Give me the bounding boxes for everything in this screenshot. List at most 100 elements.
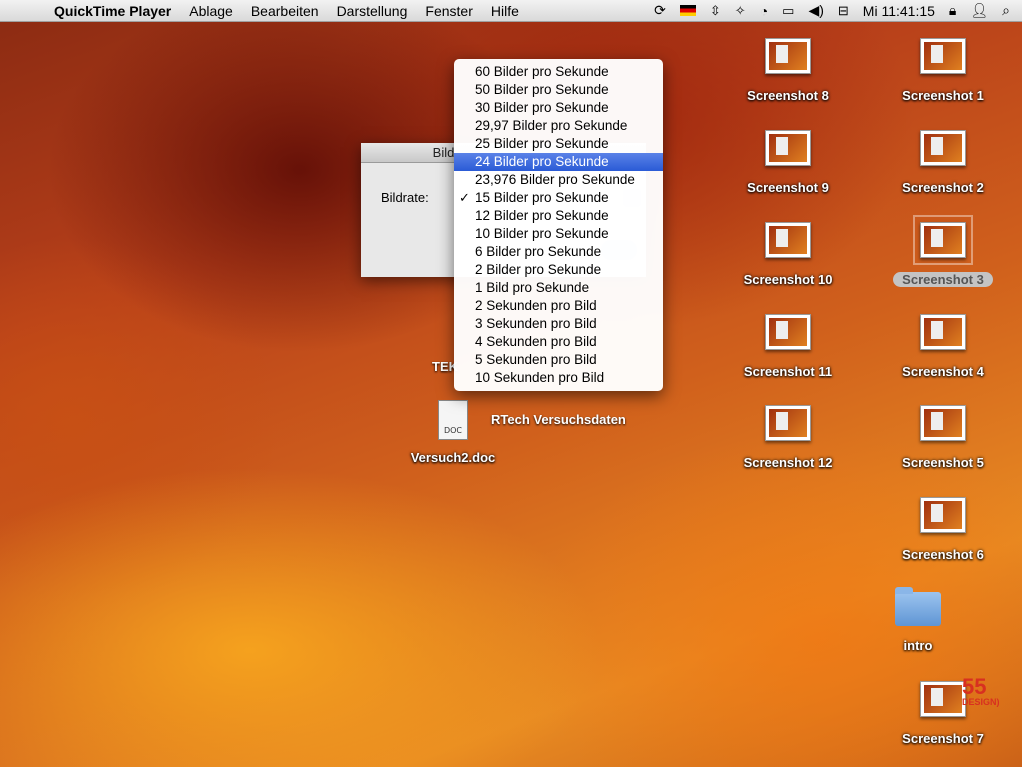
menu-bearbeiten[interactable]: Bearbeiten <box>251 3 319 19</box>
framerate-option-label: 1 Bild pro Sekunde <box>475 280 590 295</box>
display-icon[interactable]: ⊟ <box>838 3 849 19</box>
user-icon[interactable]: 👤︎ <box>970 2 988 19</box>
framerate-option[interactable]: ✓ 15 Bilder pro Sekunde <box>454 189 663 207</box>
german-flag-input-icon[interactable] <box>679 5 696 16</box>
framerate-option-label: 30 Bilder pro Sekunde <box>475 100 609 115</box>
checkmark-icon: ✓ <box>459 190 470 205</box>
framerate-option[interactable]: 1 Bild pro Sekunde <box>454 279 663 297</box>
framerate-option-label: 23,976 Bilder pro Sekunde <box>475 172 635 187</box>
desktop-icon-folder-intro[interactable]: intro <box>863 587 973 653</box>
screenshot-thumbnail-icon <box>765 405 811 441</box>
menu-bar: QuickTime Player Ablage Bearbeiten Darst… <box>0 0 1022 22</box>
framerate-option[interactable]: 4 Sekunden pro Bild <box>454 333 663 351</box>
framerate-option-label: 10 Sekunden pro Bild <box>475 370 605 385</box>
desktop-icon-screenshot-6[interactable]: Screenshot 6 <box>888 497 998 562</box>
menu-fenster[interactable]: Fenster <box>425 3 472 19</box>
clock[interactable]: Mi 11:41:15 <box>863 3 935 19</box>
screenshot-thumbnail-icon <box>920 497 966 533</box>
folder-icon <box>895 587 941 626</box>
wind-icon[interactable]: ⇳ <box>710 3 721 19</box>
desktop-icon-screenshot-10[interactable]: Screenshot 10 <box>733 222 843 287</box>
screenshot-thumbnail-icon <box>765 222 811 258</box>
sync-icon[interactable]: ⟳ <box>654 2 666 19</box>
framerate-option-label: 6 Bilder pro Sekunde <box>475 244 602 259</box>
icon-label: Screenshot 5 <box>902 455 984 470</box>
framerate-option[interactable]: 2 Bilder pro Sekunde <box>454 261 663 279</box>
framerate-option-label: 3 Sekunden pro Bild <box>475 316 597 331</box>
spotlight-search-icon[interactable]: ⌕ <box>1002 2 1010 19</box>
screenshot-thumbnail-icon <box>765 314 811 350</box>
desktop-icon-screenshot-3[interactable]: Screenshot 3 <box>888 215 998 288</box>
framerate-option-label: 25 Bilder pro Sekunde <box>475 136 609 151</box>
icon-label: Screenshot 12 <box>743 455 833 470</box>
screenshot-thumbnail-icon <box>920 314 966 350</box>
framerate-option[interactable]: 25 Bilder pro Sekunde <box>454 135 663 153</box>
desktop-icon-rtech-versuchsdaten[interactable]: RTech Versuchsdaten <box>491 412 626 427</box>
framerate-option[interactable]: 3 Sekunden pro Bild <box>454 315 663 333</box>
icon-label: Screenshot 11 <box>743 364 833 379</box>
framerate-popup-menu[interactable]: 60 Bilder pro Sekunde 50 Bilder pro Sekun… <box>454 59 663 391</box>
framerate-option[interactable]: 30 Bilder pro Sekunde <box>454 99 663 117</box>
desktop-icon-versuch2-doc[interactable]: DOC Versuch2.doc <box>398 400 508 465</box>
framerate-option[interactable]: 24 Bilder pro Sekunde <box>454 153 663 171</box>
framerate-option[interactable]: 10 Bilder pro Sekunde <box>454 225 663 243</box>
framerate-option-label: 4 Sekunden pro Bild <box>475 334 597 349</box>
desktop-icon-screenshot-12[interactable]: Screenshot 12 <box>733 405 843 470</box>
framerate-option[interactable]: 60 Bilder pro Sekunde <box>454 63 663 81</box>
wifi-icon[interactable]: ◔ <box>760 3 768 19</box>
framerate-option[interactable]: 50 Bilder pro Sekunde <box>454 81 663 99</box>
screenshot-thumbnail-icon <box>765 38 811 74</box>
framerate-option-label: 50 Bilder pro Sekunde <box>475 82 609 97</box>
framerate-option[interactable]: 6 Bilder pro Sekunde <box>454 243 663 261</box>
icon-label: Screenshot 3 <box>893 272 993 287</box>
framerate-option-label: 10 Bilder pro Sekunde <box>475 226 609 241</box>
icon-label: Screenshot 6 <box>902 547 984 562</box>
desktop-icon-screenshot-2[interactable]: Screenshot 2 <box>888 130 998 195</box>
screenshot-thumbnail-icon <box>920 681 966 717</box>
icon-label: Screenshot 4 <box>902 364 984 379</box>
doc-file-icon: DOC <box>438 400 468 440</box>
screenshot-thumbnail-icon <box>920 405 966 441</box>
logo-text: DESIGN) <box>962 697 1000 707</box>
screenshot-thumbnail-icon <box>913 215 973 265</box>
framerate-option-label: 12 Bilder pro Sekunde <box>475 208 609 223</box>
icon-label: Screenshot 10 <box>743 272 833 287</box>
desktop-icon-screenshot-5[interactable]: Screenshot 5 <box>888 405 998 470</box>
logo-number: 55 <box>962 674 987 699</box>
framerate-option-label: 5 Sekunden pro Bild <box>475 352 597 367</box>
battery-icon[interactable]: ▭ <box>782 3 794 19</box>
desktop-icon-screenshot-8[interactable]: Screenshot 8 <box>733 38 843 103</box>
menu-darstellung[interactable]: Darstellung <box>337 3 408 19</box>
icon-label: Screenshot 9 <box>747 180 829 195</box>
menu-app-name[interactable]: QuickTime Player <box>54 3 171 19</box>
menu-ablage[interactable]: Ablage <box>189 3 233 19</box>
wallpaper-logo: 55 DESIGN) <box>962 674 1000 708</box>
desktop-icon-screenshot-1[interactable]: Screenshot 1 <box>888 38 998 103</box>
framerate-option[interactable]: 29,97 Bilder pro Sekunde <box>454 117 663 135</box>
screenshot-thumbnail-icon <box>920 130 966 166</box>
desktop-icon-screenshot-9[interactable]: Screenshot 9 <box>733 130 843 195</box>
framerate-option-label: 2 Sekunden pro Bild <box>475 298 597 313</box>
screenshot-thumbnail-icon <box>765 130 811 166</box>
menu-hilfe[interactable]: Hilfe <box>491 3 519 19</box>
lock-icon[interactable]: 🔒︎ <box>949 2 956 19</box>
icon-label: Screenshot 1 <box>902 88 984 103</box>
screenshot-thumbnail-icon <box>920 38 966 74</box>
framerate-option-label: 24 Bilder pro Sekunde <box>475 154 609 169</box>
framerate-option[interactable]: 10 Sekunden pro Bild <box>454 369 663 387</box>
desktop-icon-screenshot-4[interactable]: Screenshot 4 <box>888 314 998 379</box>
framerate-option[interactable]: 5 Sekunden pro Bild <box>454 351 663 369</box>
framerate-option[interactable]: 23,976 Bilder pro Sekunde <box>454 171 663 189</box>
bluetooth-icon[interactable]: ✧ <box>735 3 746 19</box>
icon-label: Versuch2.doc <box>410 450 496 465</box>
volume-icon[interactable]: ◀) <box>808 2 823 19</box>
status-menus: ⟳ ⇳ ✧ ◔ ▭ ◀) ⊟ Mi 11:41:15 🔒︎ 👤︎ ⌕ <box>654 2 1010 19</box>
icon-label: Screenshot 2 <box>902 180 984 195</box>
desktop-icon-screenshot-11[interactable]: Screenshot 11 <box>733 314 843 379</box>
framerate-option[interactable]: 12 Bilder pro Sekunde <box>454 207 663 225</box>
icon-label: Screenshot 8 <box>747 88 829 103</box>
icon-label: intro <box>903 638 933 653</box>
icon-label: Screenshot 7 <box>902 731 984 746</box>
framerate-option[interactable]: 2 Sekunden pro Bild <box>454 297 663 315</box>
framerate-option-label: 60 Bilder pro Sekunde <box>475 64 609 79</box>
